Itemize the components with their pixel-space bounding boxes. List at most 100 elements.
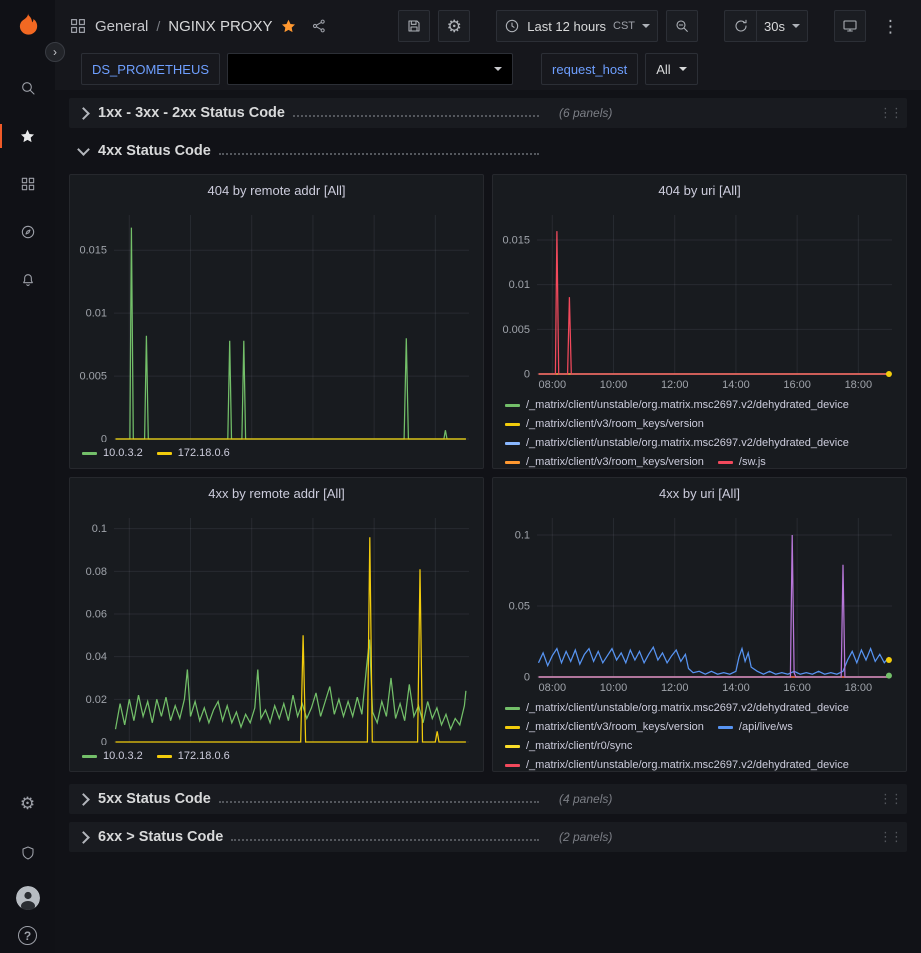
zoom-out-time-button[interactable] — [666, 10, 698, 42]
legend-item[interactable]: /sw.js — [718, 454, 766, 468]
legend-series-swatch — [157, 452, 172, 455]
svg-text:0.005: 0.005 — [502, 324, 530, 336]
sidebar-item-settings[interactable]: ⚙ — [0, 786, 55, 820]
svg-text:10:00: 10:00 — [600, 682, 628, 694]
request-host-variable-label[interactable]: request_host — [541, 53, 638, 85]
svg-text:0.015: 0.015 — [79, 245, 107, 257]
legend-series-label: /_matrix/client/unstable/org.matrix.msc2… — [526, 700, 849, 717]
legend-item[interactable]: /_matrix/client/v3/room_keys/version — [505, 719, 704, 736]
svg-text:0.01: 0.01 — [86, 308, 107, 320]
row-panel-count: (6 panels) — [559, 106, 612, 120]
time-range-picker[interactable]: Last 12 hours CST — [496, 10, 658, 42]
legend-series-label: /_matrix/client/v3/room_keys/version — [526, 416, 704, 433]
row-drag-handle[interactable]: ⋮⋮ — [879, 791, 901, 807]
dashboard-content: 1xx - 3xx - 2xx Status Code (6 panels) ⋮… — [55, 90, 921, 852]
grafana-logo[interactable] — [13, 10, 43, 43]
panel-404-by-remote-addr: 404 by remote addr [All] 00.0050.010.015… — [69, 174, 484, 469]
user-avatar[interactable] — [16, 886, 40, 910]
panel-4xx-by-uri: 4xx by uri [All] 00.050.108:0010:0012:00… — [492, 477, 907, 772]
star-icon — [19, 128, 36, 145]
datasource-variable-dropdown[interactable] — [227, 53, 513, 85]
favorite-star-icon[interactable] — [280, 18, 297, 35]
sidebar-item-explore[interactable] — [0, 215, 55, 249]
svg-text:0: 0 — [524, 369, 530, 381]
legend-series-swatch — [718, 461, 733, 464]
legend-series-swatch — [82, 452, 97, 455]
legend-item[interactable]: /_matrix/client/v3/room_keys/version — [505, 416, 704, 433]
legend-item[interactable]: /_matrix/client/v3/room_keys/version — [505, 454, 704, 468]
bell-icon — [20, 272, 36, 288]
breadcrumb-dashboard-title[interactable]: NGINX PROXY — [168, 18, 272, 35]
legend-series-label: /sw.js — [739, 454, 766, 468]
panel-title[interactable]: 404 by remote addr [All] — [70, 175, 483, 205]
legend-item[interactable]: /_matrix/client/unstable/org.matrix.msc2… — [505, 700, 849, 717]
row-title-dots — [293, 115, 539, 117]
legend-series-label: 172.18.0.6 — [178, 748, 230, 765]
panel-title[interactable]: 4xx by uri [All] — [493, 478, 906, 508]
datasource-variable-label[interactable]: DS_PROMETHEUS — [81, 53, 220, 85]
help-icon[interactable]: ? — [18, 926, 37, 945]
chevron-right-icon — [77, 793, 90, 806]
kiosk-mode-button[interactable] — [834, 10, 866, 42]
legend-item[interactable]: /_matrix/client/r0/sync — [505, 738, 632, 755]
legend-series-label: 172.18.0.6 — [178, 445, 230, 462]
topbar: General / NGINX PROXY ⚙ Last 12 hours CS… — [55, 0, 921, 52]
row-6xx[interactable]: 6xx > Status Code (2 panels) ⋮⋮ — [69, 822, 907, 852]
svg-text:16:00: 16:00 — [783, 379, 811, 391]
refresh-interval-label: 30s — [764, 19, 785, 34]
panel-legend: 10.0.3.2 172.18.0.6 — [70, 442, 483, 468]
svg-text:14:00: 14:00 — [722, 379, 750, 391]
svg-text:0.015: 0.015 — [502, 235, 530, 247]
svg-text:0.1: 0.1 — [92, 523, 107, 535]
svg-text:0: 0 — [101, 434, 107, 443]
legend-series-swatch — [505, 726, 520, 729]
row-title: 4xx Status Code — [98, 143, 211, 159]
timeseries-chart[interactable]: 00.020.040.060.080.108:0010:0012:0014:00… — [70, 508, 483, 745]
svg-text:0.04: 0.04 — [86, 651, 107, 663]
legend-item[interactable]: /_matrix/client/unstable/org.matrix.msc2… — [505, 757, 849, 771]
row-panel-count: (2 panels) — [559, 830, 612, 844]
row-title-dots — [231, 839, 539, 841]
row-5xx[interactable]: 5xx Status Code (4 panels) ⋮⋮ — [69, 784, 907, 814]
legend-item[interactable]: 172.18.0.6 — [157, 445, 230, 462]
legend-item[interactable]: /api/live/ws — [718, 719, 793, 736]
sidebar-item-server-admin[interactable] — [0, 836, 55, 870]
legend-series-swatch — [505, 461, 520, 464]
share-icon[interactable] — [311, 18, 327, 34]
row-4xx[interactable]: 4xx Status Code — [69, 136, 907, 166]
sidebar-item-starred[interactable] — [0, 119, 55, 153]
legend-series-label: 10.0.3.2 — [103, 748, 143, 765]
more-options-button[interactable]: ⋮ — [874, 10, 907, 42]
legend-item[interactable]: /_matrix/client/unstable/org.matrix.msc2… — [505, 397, 849, 414]
timeseries-chart[interactable]: 00.0050.010.01508:0010:0012:0014:0016:00… — [493, 205, 906, 394]
sidebar-item-search[interactable] — [0, 71, 55, 105]
svg-text:12:00: 12:00 — [661, 379, 689, 391]
apps-grid-icon[interactable] — [69, 17, 87, 35]
row-drag-handle[interactable]: ⋮⋮ — [879, 105, 901, 121]
refresh-interval-dropdown[interactable]: 30s — [756, 10, 808, 42]
panel-title[interactable]: 4xx by remote addr [All] — [70, 478, 483, 508]
timeseries-chart[interactable]: 00.0050.010.01508:0010:0012:0014:0016:00… — [70, 205, 483, 442]
sidebar-item-alerting[interactable] — [0, 263, 55, 297]
legend-item[interactable]: 172.18.0.6 — [157, 748, 230, 765]
dashboard-settings-button[interactable]: ⚙ — [438, 10, 470, 42]
legend-item[interactable]: 10.0.3.2 — [82, 748, 143, 765]
request-host-variable-dropdown[interactable]: All — [645, 53, 697, 85]
request-host-value-text: All — [656, 62, 670, 77]
legend-series-swatch — [505, 442, 520, 445]
row-drag-handle[interactable]: ⋮⋮ — [879, 829, 901, 845]
legend-item[interactable]: 10.0.3.2 — [82, 445, 143, 462]
legend-item[interactable]: /_matrix/client/unstable/org.matrix.msc2… — [505, 435, 849, 452]
sidebar-expand-icon[interactable]: › — [45, 42, 65, 62]
refresh-button[interactable] — [724, 10, 756, 42]
save-dashboard-button[interactable] — [398, 10, 430, 42]
panel-title[interactable]: 404 by uri [All] — [493, 175, 906, 205]
breadcrumb-section[interactable]: General — [95, 18, 148, 35]
legend-series-swatch — [505, 423, 520, 426]
gear-icon: ⚙ — [447, 18, 462, 35]
row-1xx-3xx-2xx[interactable]: 1xx - 3xx - 2xx Status Code (6 panels) ⋮… — [69, 98, 907, 128]
sidebar-item-dashboards[interactable] — [0, 167, 55, 201]
kebab-menu-icon: ⋮ — [882, 18, 899, 35]
legend-series-swatch — [505, 707, 520, 710]
timeseries-chart[interactable]: 00.050.108:0010:0012:0014:0016:0018:00 — [493, 508, 906, 697]
